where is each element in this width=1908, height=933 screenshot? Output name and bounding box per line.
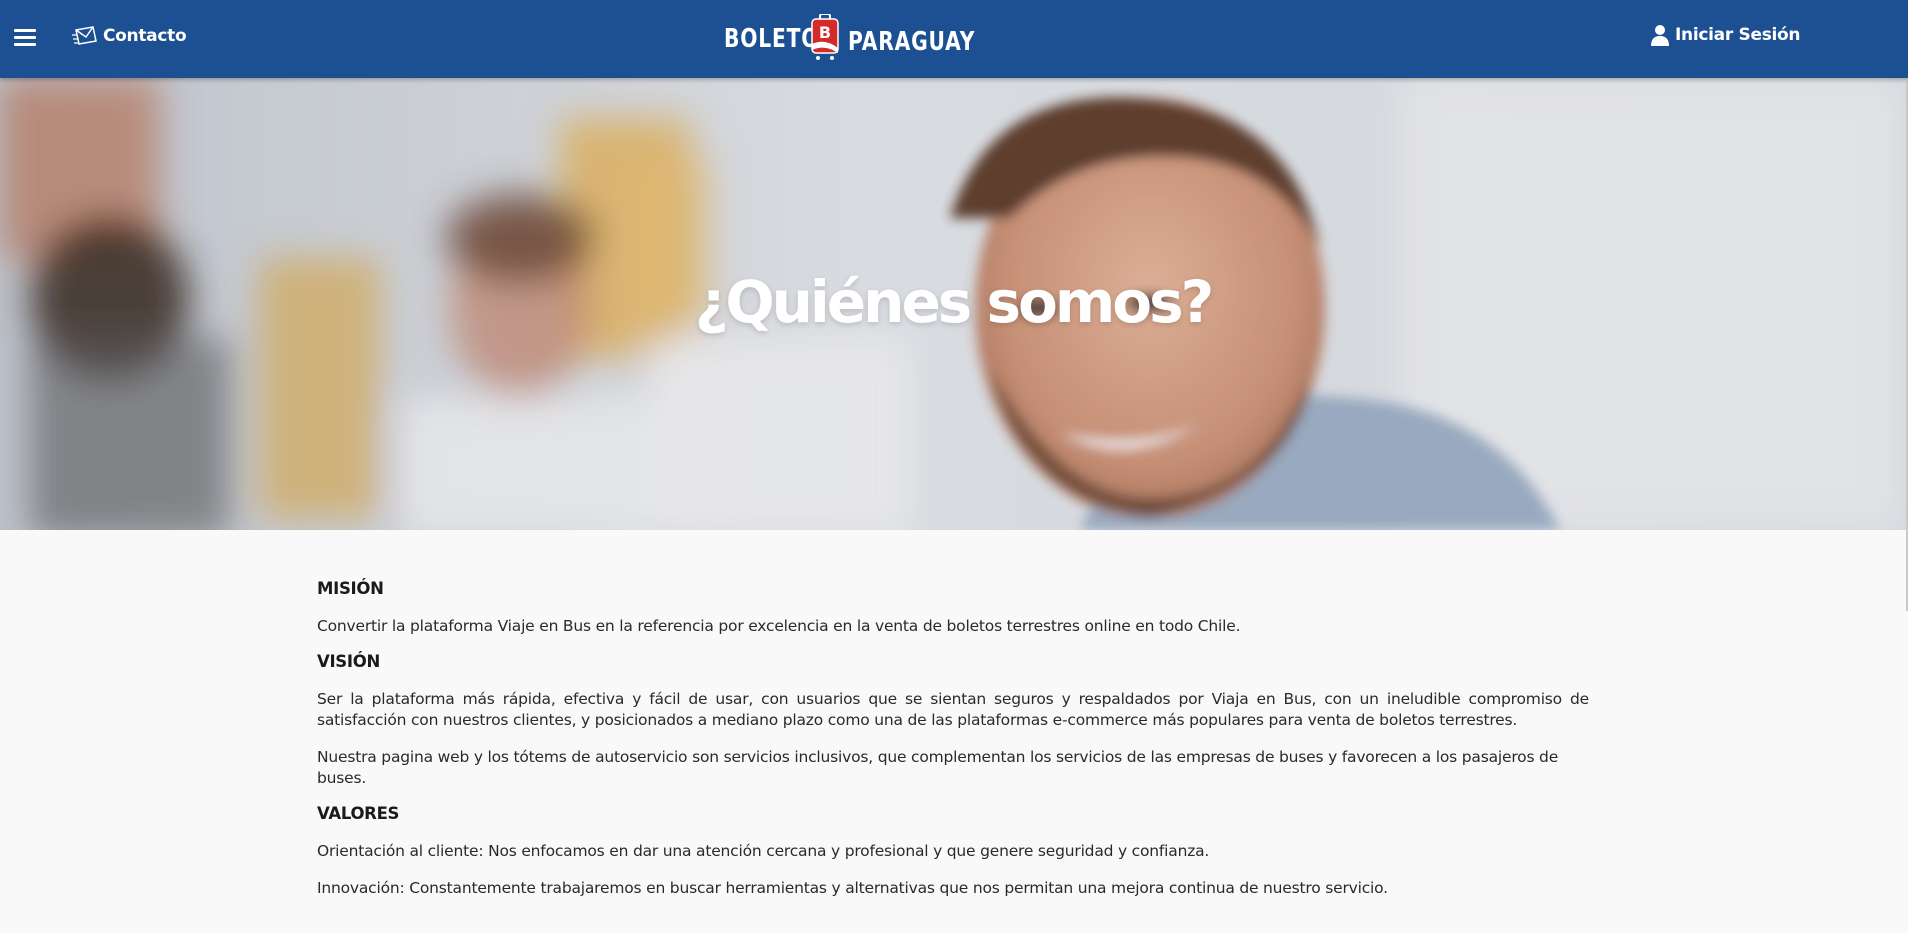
mision-text: Convertir la plataforma Viaje en Bus en … [317, 617, 1241, 635]
top-navbar: Contacto BOLETOS B PARAGUAY Iniciar Sesi… [0, 0, 1908, 78]
valores-heading: VALORES [317, 804, 400, 823]
about-content: MISIÓN Convertir la plataforma Viaje en … [317, 578, 1589, 899]
valores-item-1: Orientación al cliente: Nos enfocamos en… [317, 842, 1210, 860]
vision-text: Ser la plataforma más rápida, efectiva y… [317, 690, 1589, 729]
login-button[interactable]: Iniciar Sesión [1650, 24, 1801, 46]
vision-text-2: Nuestra pagina web y los tótems de autos… [317, 748, 1559, 787]
menu-icon[interactable] [14, 29, 36, 47]
user-icon [1651, 25, 1669, 46]
contact-label: Contacto [103, 26, 187, 46]
vision-heading: VISIÓN [317, 652, 380, 671]
contact-link[interactable]: Contacto [71, 24, 187, 48]
hero-banner: ¿Quiénes somos? [0, 78, 1906, 530]
page-title: ¿Quiénes somos? [694, 268, 1215, 336]
logo-badge-letter: B [819, 23, 831, 42]
valores-item-2: Innovación: Constantemente trabajaremos … [317, 879, 1388, 897]
logo-word-paraguay: PARAGUAY [848, 27, 976, 57]
mision-heading: MISIÓN [317, 579, 384, 598]
mail-icon [72, 26, 97, 45]
login-label: Iniciar Sesión [1675, 25, 1801, 45]
luggage-logo-icon: B [811, 14, 839, 60]
